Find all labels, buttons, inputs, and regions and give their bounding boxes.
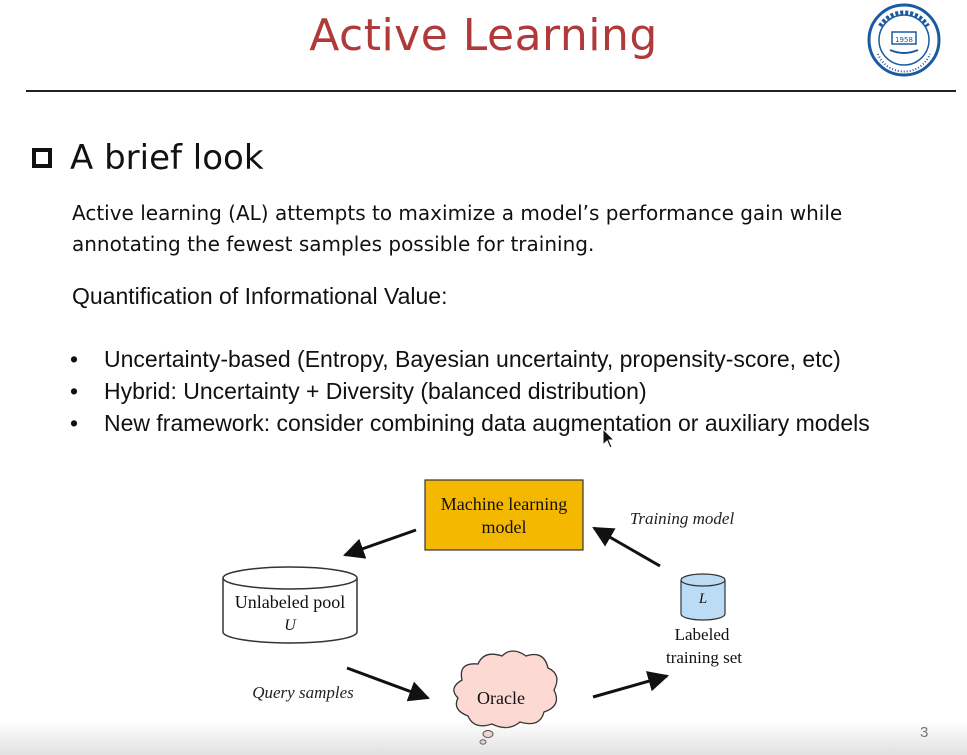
quantification-heading: Quantification of Informational Value: — [72, 283, 448, 309]
slide-title: Active Learning — [309, 10, 658, 61]
unlabeled-pool-cylinder: Unlabeled pool U — [222, 566, 358, 644]
section-title: A brief look — [70, 138, 264, 178]
labeled-set-caption-line2: training set — [666, 648, 742, 667]
model-box-label-line2: model — [482, 517, 527, 537]
player-control-bar — [0, 721, 967, 755]
arrow-oracle-to-labeled — [592, 671, 670, 699]
training-model-label: Training model — [630, 509, 735, 528]
bullet-item-new-framework: New framework: consider combining data a… — [70, 407, 870, 439]
square-bullet-icon — [32, 148, 52, 168]
labeled-set-symbol: L — [698, 591, 707, 607]
labeled-set-cylinder: L — [680, 573, 726, 621]
unlabeled-pool-symbol: U — [284, 617, 297, 634]
model-box: Machine learning model — [424, 479, 584, 551]
intro-paragraph: Active learning (AL) attempts to maximiz… — [72, 201, 843, 256]
bullet-list: Uncertainty-based (Entropy, Bayesian unc… — [70, 343, 870, 439]
arrow-pool-to-oracle — [346, 666, 430, 702]
query-samples-label: Query samples — [252, 683, 354, 702]
unlabeled-pool-label: Unlabeled pool — [235, 592, 345, 612]
logo-year-text: 1958 — [895, 36, 913, 44]
section-header: A brief look — [32, 138, 264, 178]
labeled-set-caption-line1: Labeled — [675, 625, 730, 644]
arrow-labeled-to-model — [592, 526, 661, 568]
oracle-label: Oracle — [477, 688, 525, 708]
university-seal-icon: 1958 — [867, 3, 941, 77]
bullet-item-hybrid: Hybrid: Uncertainty + Diversity (balance… — [70, 375, 870, 407]
arrow-model-to-pool — [343, 528, 417, 559]
bullet-item-uncertainty: Uncertainty-based (Entropy, Bayesian unc… — [70, 343, 870, 375]
title-divider — [26, 90, 956, 92]
model-box-label-line1: Machine learning — [441, 494, 567, 514]
mouse-cursor-icon — [602, 428, 616, 449]
page-number: 3 — [920, 724, 929, 741]
